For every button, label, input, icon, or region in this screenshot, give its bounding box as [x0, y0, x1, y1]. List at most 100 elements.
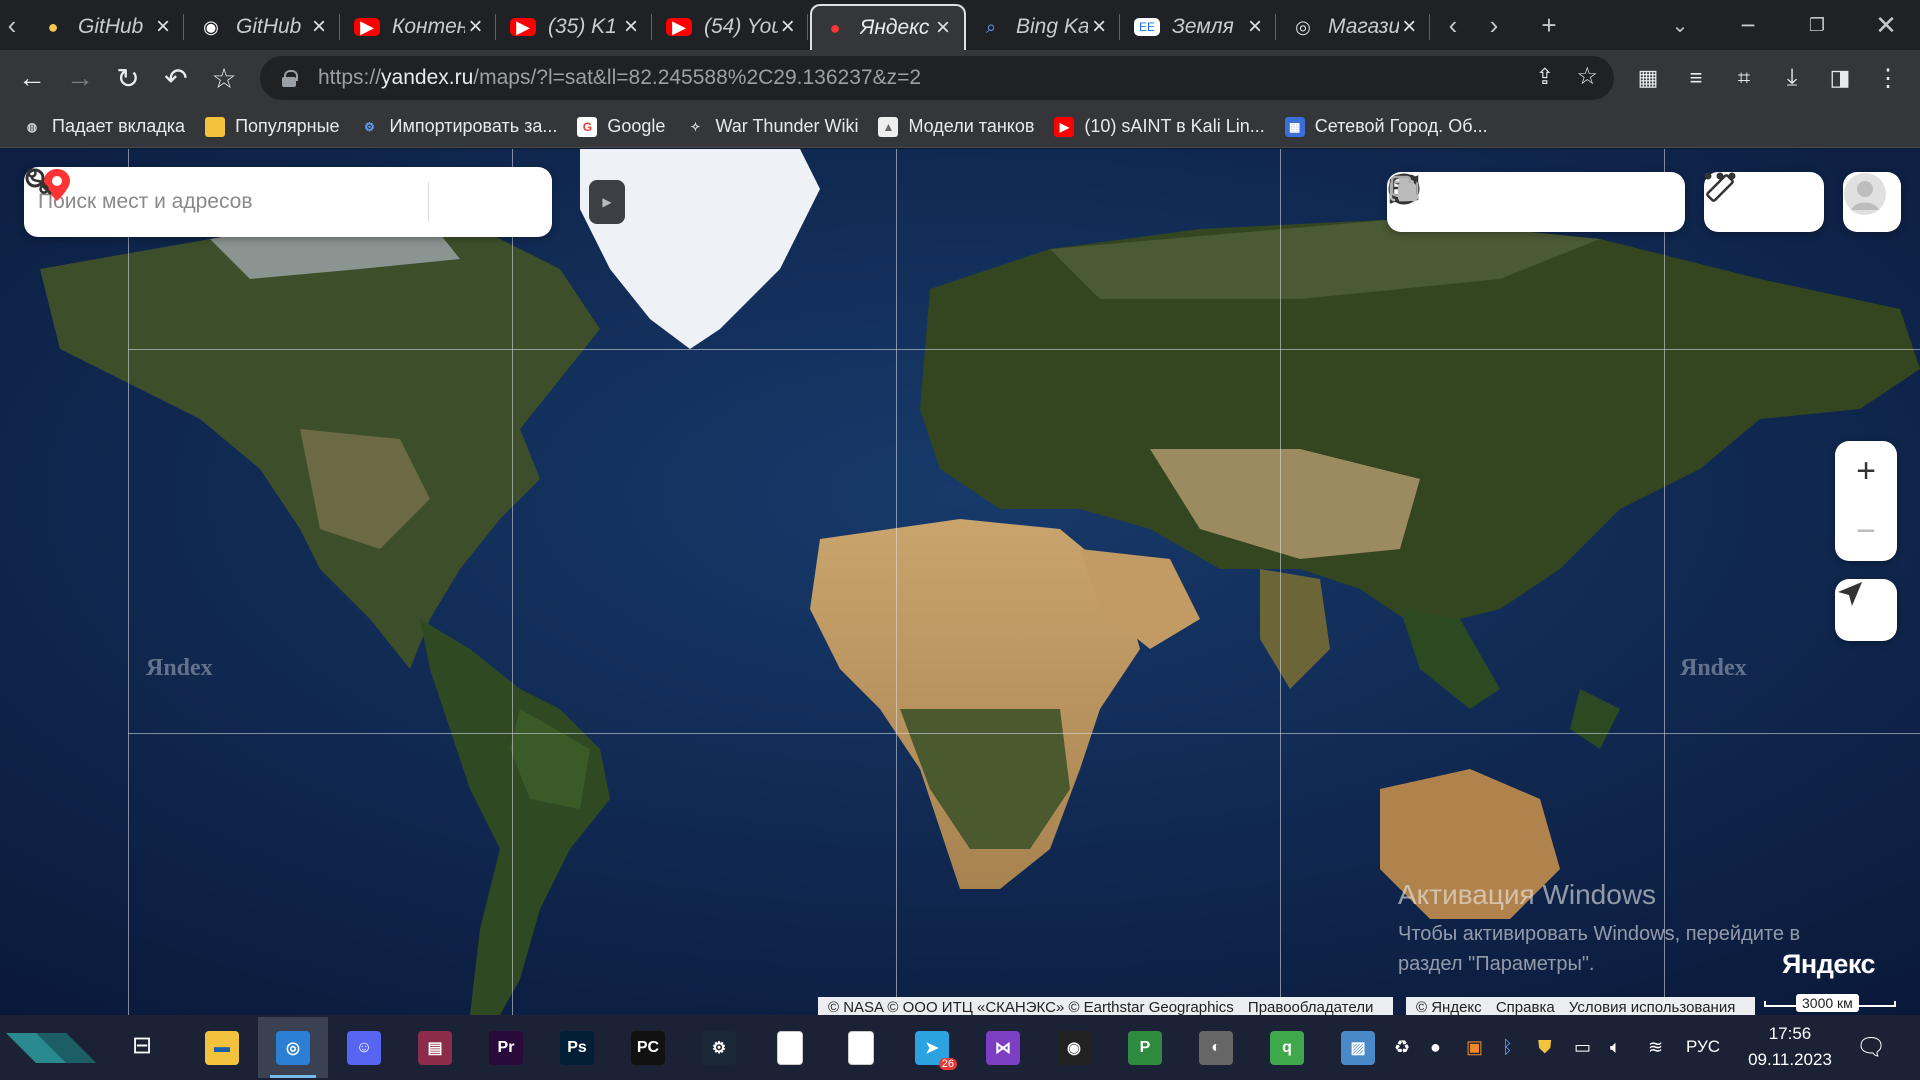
close-tab-icon[interactable]: ×: [465, 13, 486, 41]
security-shield-icon[interactable]: ⛊: [1538, 1029, 1552, 1065]
tab-scroll-left-icon[interactable]: ‹: [0, 8, 24, 42]
help-link[interactable]: Справка: [1496, 999, 1555, 1015]
bluetooth-icon[interactable]: ᛒ: [1502, 1029, 1513, 1065]
browser-tab[interactable]: ▶ (35) K1 ×: [500, 4, 652, 50]
tab-back-arrow-icon[interactable]: ‹: [1433, 8, 1473, 42]
taskbar-app[interactable]: ▨: [1323, 1017, 1393, 1078]
lock-icon[interactable]: [282, 70, 298, 87]
menu-kebab-icon[interactable]: ⋮: [1868, 58, 1908, 98]
download-icon[interactable]: ⤓: [1772, 58, 1812, 98]
bookmark-item[interactable]: Популярные: [205, 116, 340, 137]
search-icon[interactable]: [25, 168, 420, 224]
task-view-icon[interactable]: ⊟: [132, 1031, 162, 1063]
rights-holders-link[interactable]: Правообладатели: [1248, 999, 1373, 1015]
forward-arrow-icon[interactable]: →: [60, 58, 100, 98]
avatar[interactable]: [1843, 172, 1887, 216]
browser-tab[interactable]: ● Яндекс ×: [810, 4, 966, 50]
taskbar-app[interactable]: ☺: [329, 1017, 399, 1078]
profile-button[interactable]: [1843, 172, 1901, 232]
locate-me-button[interactable]: [1835, 579, 1897, 641]
bookmark-page-star-icon[interactable]: ☆: [1576, 62, 1598, 91]
restore-window-icon[interactable]: ❐: [1797, 8, 1837, 42]
new-tab-plus-icon[interactable]: +: [1529, 8, 1569, 42]
bookmark-item[interactable]: ✧ War Thunder Wiki: [685, 116, 858, 137]
volume-icon[interactable]: 🔈︎: [1610, 1029, 1621, 1065]
browser-tab[interactable]: ▶ (54) You ×: [656, 4, 808, 50]
map-book-icon[interactable]: [1389, 175, 1502, 224]
taskbar-app[interactable]: Pr: [471, 1017, 541, 1078]
recycle-icon[interactable]: ♻: [1394, 1029, 1410, 1065]
bookmark-item[interactable]: ◍ Падает вкладка: [22, 116, 185, 137]
bookmark-item[interactable]: G Google: [577, 116, 665, 137]
close-tab-icon[interactable]: ×: [1244, 13, 1266, 41]
wifi-icon[interactable]: ≋: [1648, 1029, 1663, 1065]
tab-forward-arrow-icon[interactable]: ›: [1474, 8, 1514, 42]
close-tab-icon[interactable]: ×: [620, 13, 642, 41]
bookmark-item[interactable]: ▦ Сетевой Город. Об...: [1284, 116, 1488, 137]
battery-icon[interactable]: ▭: [1574, 1029, 1591, 1065]
url-text[interactable]: https://yandex.ru/maps/?l=sat&ll=82.2455…: [318, 66, 921, 90]
taskbar-app[interactable]: ▤: [400, 1017, 470, 1078]
browser-tab[interactable]: EE Земля ×: [1124, 4, 1276, 50]
satellite-map[interactable]: Яndex Яndex ▶: [0, 149, 1920, 1015]
media-queue-icon[interactable]: ≡: [1676, 58, 1716, 98]
back-arrow-icon[interactable]: ←: [12, 58, 52, 98]
route-icon[interactable]: [27, 168, 481, 224]
tab-search-chevron-icon[interactable]: ⌄: [1660, 8, 1700, 42]
language-indicator[interactable]: РУС: [1686, 1029, 1720, 1065]
extensions-grid-icon[interactable]: ▦: [1628, 58, 1668, 98]
taskbar-app[interactable]: ◉: [1039, 1017, 1109, 1078]
close-tab-icon[interactable]: ×: [778, 13, 798, 41]
zoom-out-button[interactable]: −: [1856, 512, 1876, 551]
yandex-copyright[interactable]: © Яндекс: [1416, 999, 1482, 1015]
taskbar-app[interactable]: ◎: [258, 1017, 328, 1078]
close-tab-icon[interactable]: ×: [308, 13, 330, 41]
share-icon[interactable]: ⇪: [1536, 64, 1554, 90]
tray-app-icon[interactable]: ▣: [1466, 1029, 1483, 1065]
browser-tab[interactable]: ⌕ Bing Ka ×: [968, 4, 1120, 50]
undo-icon[interactable]: ↶: [156, 58, 196, 98]
taskbar-app[interactable]: Ps: [542, 1017, 612, 1078]
taskbar-app[interactable]: ◐: [1181, 1017, 1251, 1078]
zoom-in-button[interactable]: +: [1856, 452, 1876, 491]
close-tab-icon[interactable]: ×: [152, 13, 174, 41]
antivirus-icon[interactable]: ●: [1430, 1029, 1441, 1065]
clock[interactable]: 17:56 09.11.2023: [1740, 1021, 1840, 1073]
taskbar-app[interactable]: P: [1110, 1017, 1180, 1078]
taskbar-app[interactable]: ➤ 26: [897, 1017, 967, 1078]
search-input[interactable]: [38, 190, 368, 214]
minimize-window-icon[interactable]: −: [1728, 8, 1768, 42]
bookmark-star-icon[interactable]: ☆: [204, 58, 244, 98]
bookmark-item[interactable]: ▶ (10) sAINT в Kali Lin...: [1054, 116, 1265, 137]
browser-tab[interactable]: ● GitHub ×: [30, 4, 184, 50]
browser-tab[interactable]: ◎ Магази ×: [1280, 4, 1430, 50]
bus-icon[interactable]: [1391, 174, 1614, 224]
side-panel-icon[interactable]: ◨: [1820, 58, 1860, 98]
reload-icon[interactable]: ↻: [108, 58, 148, 98]
taskbar-app[interactable]: q: [1252, 1017, 1322, 1078]
close-tab-icon[interactable]: ×: [932, 14, 954, 42]
taskbar-app[interactable]: ▬: [187, 1017, 257, 1078]
start-button[interactable]: [6, 1023, 106, 1071]
taskbar-app[interactable]: PC: [613, 1017, 683, 1078]
taskbar-app[interactable]: ⋈: [968, 1017, 1038, 1078]
camera-icon[interactable]: [1389, 178, 1558, 224]
close-window-icon[interactable]: ✕: [1866, 8, 1906, 42]
yandex-logo[interactable]: Яндекс: [1782, 949, 1876, 980]
taskbar-app[interactable]: ⚙: [684, 1017, 754, 1078]
collapse-panel-button[interactable]: ▶: [589, 180, 625, 224]
more-dots-icon[interactable]: [1704, 172, 1816, 224]
browser-tab[interactable]: ▶ Контен ×: [344, 4, 496, 50]
close-tab-icon[interactable]: ×: [1088, 13, 1110, 41]
address-bar[interactable]: https://yandex.ru/maps/?l=sat&ll=82.2455…: [260, 56, 1614, 100]
crop-icon[interactable]: ⌗: [1724, 58, 1764, 98]
bookmark-item[interactable]: ⚙ Импортировать за...: [360, 116, 557, 137]
browser-tab[interactable]: ◉ GitHub ×: [188, 4, 340, 50]
terms-link[interactable]: Условия использования: [1569, 999, 1736, 1015]
overlay-squares-icon[interactable]: [1390, 175, 1671, 224]
bookmark-item[interactable]: ▲ Модели танков: [878, 116, 1034, 137]
taskbar-app[interactable]: [826, 1017, 896, 1078]
close-tab-icon[interactable]: ×: [1399, 13, 1420, 41]
notifications-icon[interactable]: 🗨︎: [1856, 1029, 1886, 1065]
taskbar-app[interactable]: [755, 1017, 825, 1078]
